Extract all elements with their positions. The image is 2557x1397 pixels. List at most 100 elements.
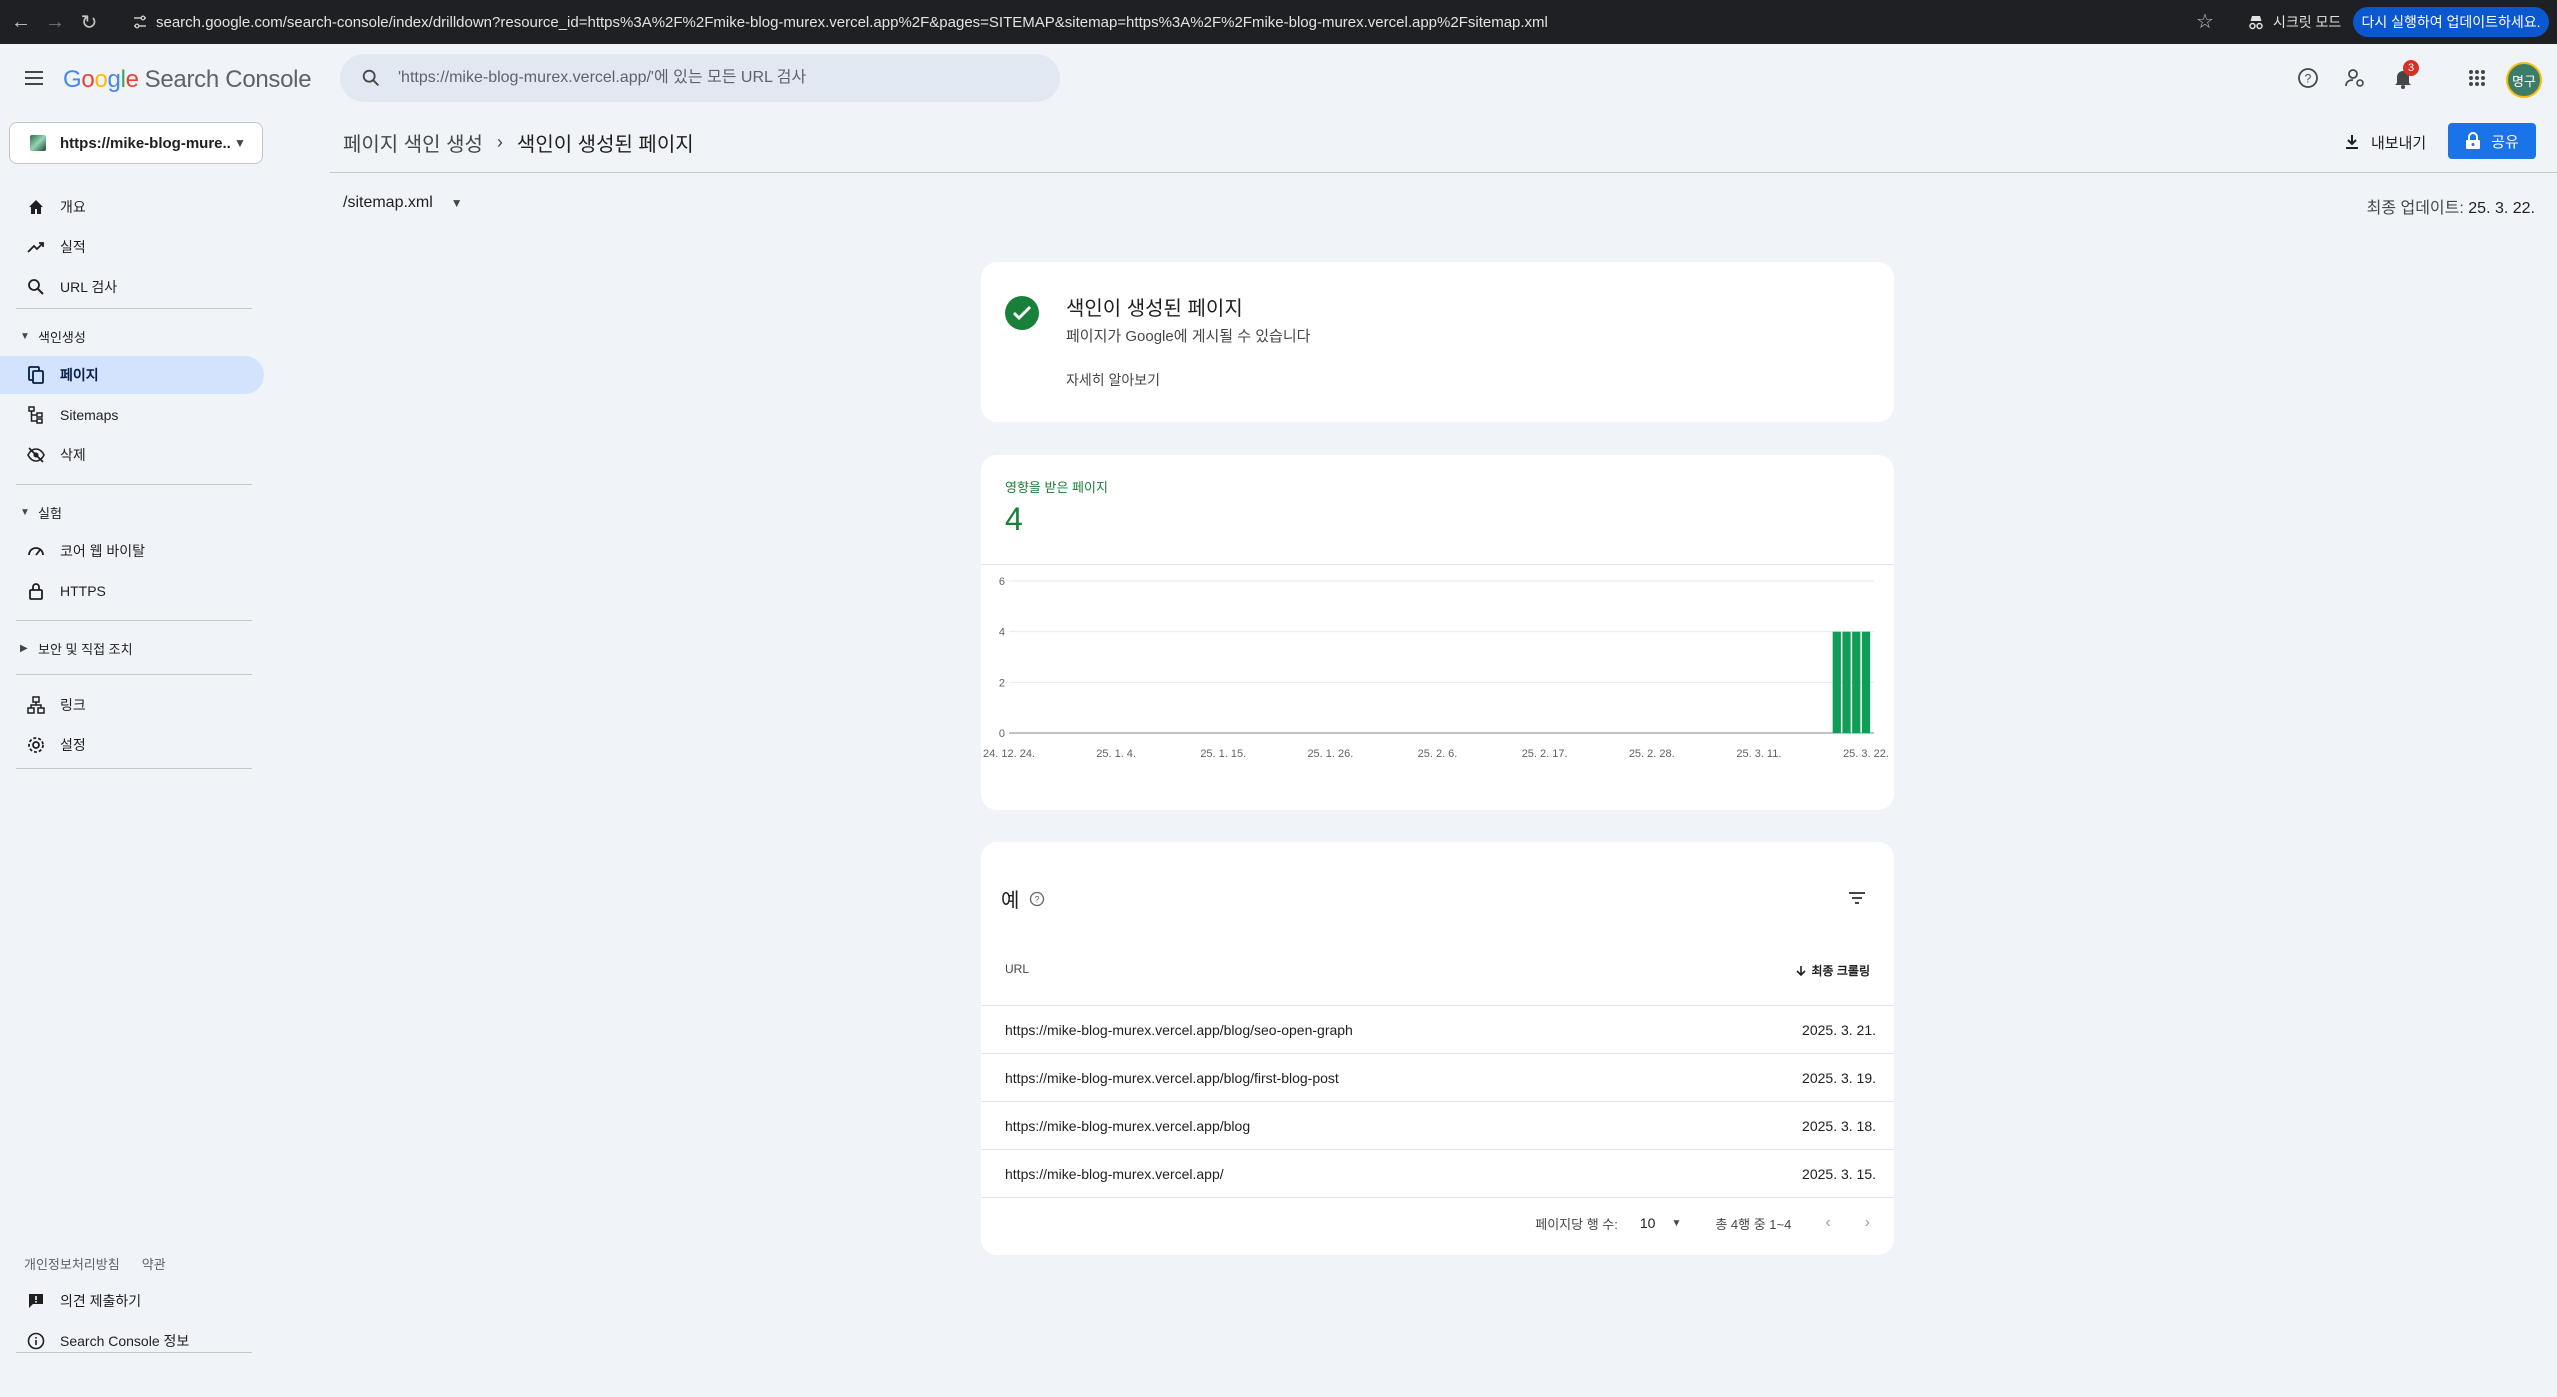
lock-icon	[2466, 132, 2481, 149]
rows-per-page-select[interactable]: 10	[1640, 1215, 1656, 1231]
prev-page-icon[interactable]: ‹	[1825, 1214, 1830, 1232]
sidebar-item-core-web-vitals[interactable]: 코어 웹 바이탈	[0, 532, 264, 570]
chart-bar	[1842, 631, 1851, 733]
sidebar-item-about[interactable]: Search Console 정보	[0, 1322, 264, 1360]
table-row[interactable]: https://mike-blog-murex.vercel.app/blog …	[981, 1102, 1894, 1150]
indexed-pages-chart: 0 2 4 6 24. 12. 24. 25. 1. 4. 25. 1. 15. 25. 1.…	[983, 576, 1889, 760]
breadcrumb: 페이지 색인 생성 › 색인이 생성된 페이지	[343, 128, 694, 157]
filter-icon[interactable]	[1845, 886, 1869, 910]
export-button[interactable]: 내보내기	[2343, 126, 2426, 158]
sidebar-item-sitemaps[interactable]: Sitemaps	[0, 396, 264, 434]
manage-users-icon[interactable]	[2341, 64, 2369, 92]
row-url: https://mike-blog-murex.vercel.app/blog/…	[1005, 1069, 1339, 1086]
x-tick-label: 25. 3. 11.	[1736, 748, 1781, 760]
examples-table-card: 예 ? URL 최종 크롤링 https://mike-blog-murex.v…	[981, 842, 1894, 1255]
sidebar-item-url-inspection[interactable]: URL 검사	[0, 268, 264, 306]
site-settings-icon[interactable]	[132, 14, 148, 30]
notification-count-badge: 3	[2403, 60, 2419, 76]
sidebar-item-https[interactable]: HTTPS	[0, 572, 264, 610]
back-icon[interactable]: ←	[8, 9, 34, 35]
sidebar-item-performance[interactable]: 실적	[0, 228, 264, 266]
apps-grid-icon[interactable]	[2463, 64, 2491, 92]
chart-card: 영향을 받은 페이지 4 0 2 4 6 24. 12. 24. 25. 1. 4. 25.…	[981, 455, 1894, 810]
download-icon	[2346, 135, 2358, 149]
privacy-link[interactable]: 개인정보처리방침	[24, 1254, 120, 1273]
avatar[interactable]: 명구	[2506, 62, 2542, 98]
forward-icon[interactable]: →	[42, 9, 68, 35]
url-inspection-search[interactable]	[340, 54, 1060, 102]
learn-more-link[interactable]: 자세히 알아보기	[1066, 370, 1160, 390]
table-row[interactable]: https://mike-blog-murex.vercel.app/blog/…	[981, 1054, 1894, 1102]
x-tick-label: 25. 1. 4.	[1096, 748, 1136, 760]
gear-icon	[26, 735, 46, 755]
info-icon	[26, 1331, 46, 1351]
chart-bar	[1852, 631, 1861, 733]
status-subtitle: 페이지가 Google에 게시될 수 있습니다	[1066, 328, 1311, 345]
search-console-logo[interactable]: Google Search Console	[63, 66, 312, 94]
search-input[interactable]	[398, 69, 998, 87]
sidebar-section-indexing[interactable]: ▼ 색인생성	[0, 322, 264, 350]
sidebar-item-links[interactable]: 링크	[0, 686, 264, 724]
table-title: 예 ?	[1001, 884, 1045, 913]
chart-bar	[1861, 631, 1871, 733]
share-button[interactable]: 공유	[2448, 123, 2536, 159]
property-selector[interactable]: https://mike-blog-mure... ▼	[9, 122, 263, 164]
sidebar-divider	[16, 308, 252, 309]
sidebar-item-settings[interactable]: 설정	[0, 726, 264, 764]
help-icon[interactable]: ?	[2294, 64, 2322, 92]
svg-text:?: ?	[1035, 894, 1040, 904]
row-url: https://mike-blog-murex.vercel.app/blog	[1005, 1117, 1251, 1134]
column-header-last-crawled[interactable]: 최종 크롤링	[1795, 962, 1870, 979]
table-row[interactable]: https://mike-blog-murex.vercel.app/blog/…	[981, 1006, 1894, 1054]
next-page-icon[interactable]: ›	[1865, 1214, 1870, 1232]
notifications-icon[interactable]: 3	[2389, 60, 2419, 92]
sidebar-section-experience[interactable]: ▼ 실험	[0, 498, 264, 526]
check-circle-icon	[1005, 296, 1039, 330]
chevron-down-icon[interactable]: ▼	[1671, 1218, 1681, 1229]
header-divider	[330, 172, 2557, 173]
column-header-url[interactable]: URL	[1005, 962, 1029, 976]
sitemap-filter-dropdown[interactable]: /sitemap.xml ▼	[343, 194, 463, 212]
visibility-off-icon	[26, 445, 46, 465]
caret-down-icon: ▼	[20, 330, 30, 342]
address-bar[interactable]: search.google.com/search-console/index/d…	[122, 6, 2232, 38]
incognito-indicator[interactable]: 시크릿 모드	[2247, 8, 2341, 36]
metric-label: 영향을 받은 페이지	[1005, 480, 1108, 495]
table-row[interactable]: https://mike-blog-murex.vercel.app/ 2025…	[981, 1150, 1894, 1198]
sidebar: https://mike-blog-mure... ▼ 개요 실적 URL 검사…	[0, 112, 270, 1397]
metric-value: 4	[1005, 501, 1023, 537]
page-range: 총 4행 중 1~4	[1715, 1216, 1792, 1232]
browser-toolbar: ← → ↻ search.google.com/search-console/i…	[0, 0, 2557, 44]
sidebar-item-feedback[interactable]: 의견 제출하기	[0, 1282, 264, 1320]
row-date: 2025. 3. 15.	[1802, 1165, 1876, 1182]
sidebar-item-pages[interactable]: 페이지	[0, 356, 264, 394]
x-tick-label: 25. 2. 17.	[1522, 748, 1568, 760]
sidebar-section-security[interactable]: ▶ 보안 및 직접 조치	[0, 634, 264, 662]
row-url: https://mike-blog-murex.vercel.app/	[1005, 1165, 1224, 1182]
help-icon[interactable]: ?	[1029, 891, 1045, 907]
product-name: Search Console	[144, 66, 312, 93]
chevron-down-icon: ▼	[234, 136, 246, 150]
y-tick-label: 6	[999, 576, 1005, 588]
y-tick-label: 4	[999, 627, 1005, 639]
update-button[interactable]: 다시 실행하여 업데이트하세요.	[2353, 7, 2549, 37]
arrow-down-icon	[1796, 965, 1807, 976]
chevron-right-icon: ›	[496, 132, 503, 152]
chart-bar	[1832, 631, 1841, 733]
menu-icon[interactable]	[22, 66, 46, 90]
svg-text:?: ?	[2305, 72, 2312, 86]
terms-link[interactable]: 약관	[142, 1254, 166, 1273]
x-tick-label: 25. 2. 6.	[1418, 748, 1458, 760]
search-icon	[26, 277, 46, 297]
last-updated: 최종 업데이트: 25. 3. 22.	[2366, 200, 2535, 217]
sidebar-item-removals[interactable]: 삭제	[0, 436, 264, 474]
sidebar-item-overview[interactable]: 개요	[0, 188, 264, 226]
property-name: https://mike-blog-mure...	[60, 134, 230, 152]
pagination: 페이지당 행 수: 10 ▼ 총 4행 중 1~4 ‹ ›	[981, 1208, 1894, 1238]
page-title: 색인이 생성된 페이지	[516, 134, 694, 156]
bookmark-star-icon[interactable]: ☆	[2196, 9, 2214, 34]
sidebar-divider	[16, 674, 252, 675]
caret-down-icon: ▼	[20, 506, 30, 518]
reload-icon[interactable]: ↻	[76, 9, 102, 35]
breadcrumb-parent[interactable]: 페이지 색인 생성	[343, 128, 483, 157]
